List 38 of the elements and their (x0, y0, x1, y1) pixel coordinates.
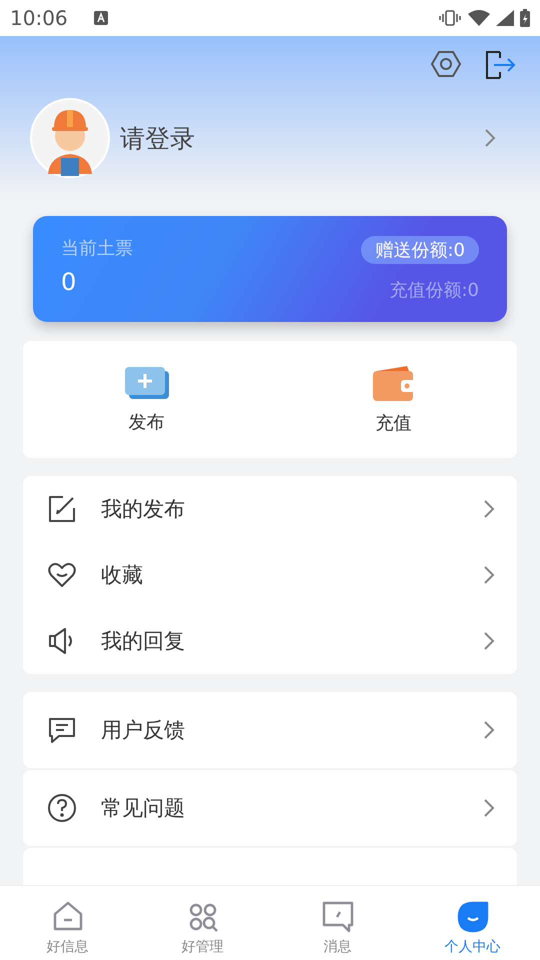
chevron-right-icon (483, 631, 495, 651)
login-prompt: 请登录 (120, 122, 196, 154)
recharge-action[interactable]: 充值 (270, 341, 517, 458)
edit-icon (47, 494, 77, 524)
keyboard-icon (94, 11, 108, 25)
add-card-icon (124, 366, 168, 400)
heart-icon (47, 560, 77, 590)
logout-icon[interactable] (484, 50, 516, 80)
balance-label: 当前土票 (61, 237, 133, 260)
menu-item[interactable]: 收藏 (23, 542, 517, 608)
wifi-icon (468, 10, 490, 26)
signal-icon (496, 10, 514, 26)
settings-icon[interactable] (430, 50, 462, 78)
tab[interactable]: 消息 (270, 886, 405, 960)
menu-item[interactable]: 用户反馈 (23, 692, 517, 768)
question-icon (47, 793, 77, 823)
message-icon (320, 900, 354, 934)
menu-item[interactable]: 我的发布 (23, 476, 517, 542)
chevron-right-icon (484, 128, 496, 148)
chevron-right-icon (483, 499, 495, 519)
chat-icon (47, 715, 77, 745)
recharge-quota: 充值份额:0 (389, 279, 479, 302)
vibrate-icon (438, 10, 462, 26)
battery-icon (520, 9, 530, 27)
status-time: 10:06 (10, 6, 68, 30)
tab[interactable]: 好信息 (0, 886, 135, 960)
chevron-right-icon (483, 720, 495, 740)
gift-quota-badge: 赠送份额:0 (361, 236, 479, 264)
tab[interactable]: 个人中心 (405, 886, 540, 960)
menu-item[interactable]: 我的回复 (23, 608, 517, 674)
wallet-icon (372, 364, 414, 400)
tab[interactable]: 好管理 (135, 886, 270, 960)
chevron-right-icon (483, 565, 495, 585)
publish-action[interactable]: 发布 (23, 341, 270, 458)
profile-icon (456, 900, 490, 934)
chevron-right-icon (483, 798, 495, 818)
menu-item[interactable]: 常见问题 (23, 770, 517, 846)
balance-value: 0 (61, 268, 78, 296)
